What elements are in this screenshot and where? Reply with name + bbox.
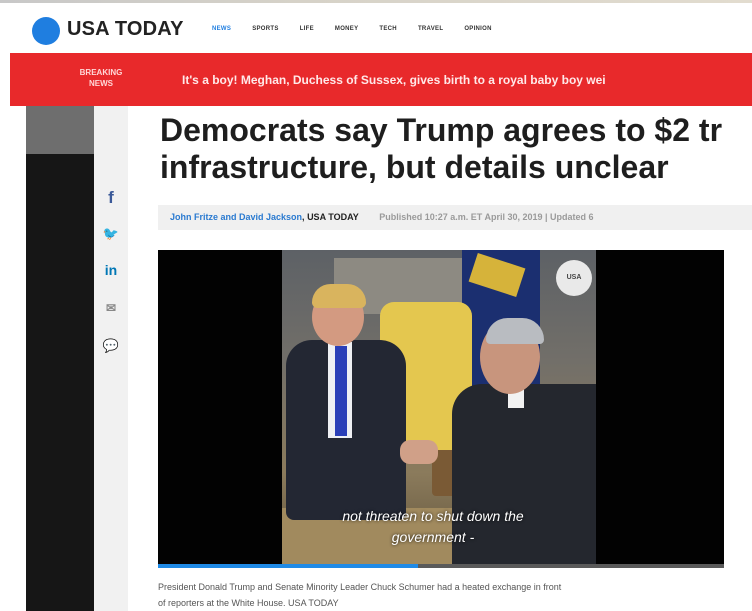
breaking-news-bar[interactable]: BREAKING NEWS It's a boy! Meghan, Duches… — [10, 53, 752, 106]
nav-money[interactable]: MONEY — [335, 26, 359, 32]
video-player[interactable]: USA not threaten to shut down the govern… — [158, 250, 724, 568]
scene-person-right-hair — [486, 318, 544, 344]
article-headline: Democrats say Trump agrees to $2 tr infr… — [160, 112, 723, 185]
nav-tech[interactable]: TECH — [379, 26, 397, 32]
twitter-icon[interactable]: 🐦 — [98, 222, 124, 246]
site-logo-text[interactable]: USA TODAY — [67, 18, 184, 41]
main-nav: NEWS SPORTS LIFE MONEY TECH TRAVEL OPINI… — [212, 26, 492, 32]
video-subtitle: not threaten to shut down the government… — [342, 508, 524, 545]
video-progress-fill — [158, 564, 419, 568]
share-rail — [94, 106, 128, 611]
nav-travel[interactable]: TRAVEL — [418, 26, 443, 32]
article-byline: John Fritze and David Jackson, USA TODAY… — [158, 205, 752, 230]
email-icon[interactable]: ✉ — [98, 296, 124, 320]
nav-news[interactable]: NEWS — [212, 26, 231, 32]
site-header: USA TODAY NEWS SPORTS LIFE MONEY TECH TR… — [0, 3, 752, 53]
breaking-news-headline[interactable]: It's a boy! Meghan, Duchess of Sussex, g… — [182, 73, 606, 87]
nav-life[interactable]: LIFE — [300, 26, 314, 32]
breaking-news-label: BREAKING NEWS — [79, 68, 123, 88]
byline-org: USA TODAY — [307, 212, 359, 222]
usa-today-logo-icon[interactable] — [32, 17, 60, 45]
nav-sports[interactable]: SPORTS — [252, 26, 278, 32]
scene-person-left-tie — [335, 346, 347, 436]
comment-icon[interactable]: 💬 — [98, 334, 124, 358]
nav-opinion[interactable]: OPINION — [464, 26, 491, 32]
byline-authors[interactable]: John Fritze and David Jackson — [170, 212, 302, 222]
video-logo-badge: USA — [556, 260, 592, 296]
left-gray-block — [26, 106, 94, 154]
left-dark-rail — [26, 106, 94, 611]
scene-person-left-hair — [312, 284, 366, 308]
scene-person-right-hand — [400, 440, 438, 464]
linkedin-icon[interactable]: in — [98, 258, 124, 282]
facebook-icon[interactable]: f — [98, 186, 124, 210]
published-timestamp: Published 10:27 a.m. ET April 30, 2019 |… — [379, 212, 594, 222]
video-description: President Donald Trump and Senate Minori… — [158, 582, 562, 608]
video-progress-bar[interactable] — [158, 564, 724, 568]
